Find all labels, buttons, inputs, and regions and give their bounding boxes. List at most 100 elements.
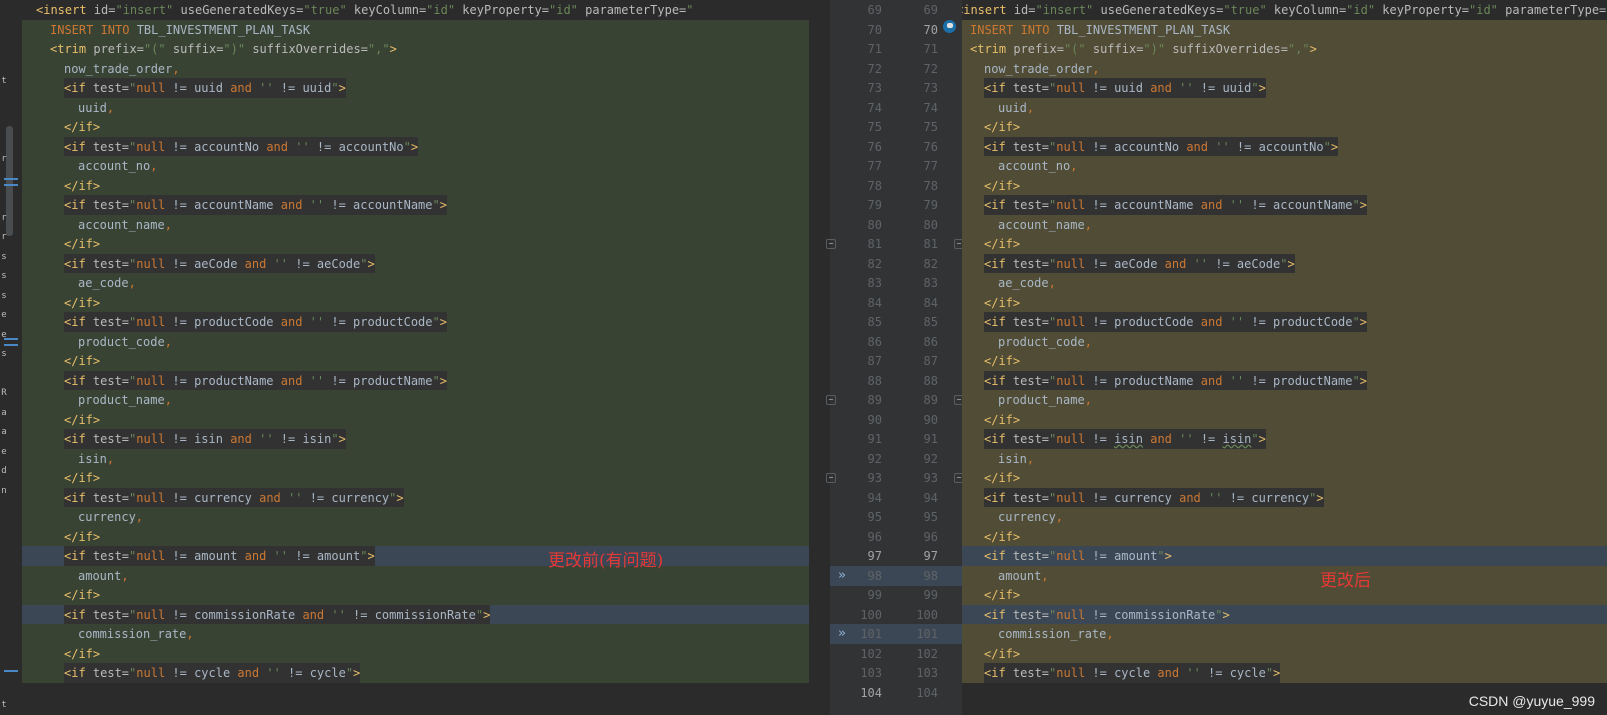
code-line[interactable]: uuid,	[0, 97, 830, 118]
code-token: ,	[1084, 217, 1092, 232]
right-editor-pane[interactable]: <insert id="insert" useGeneratedKeys="tr…	[962, 0, 1607, 715]
fold-toggle-icon[interactable]	[826, 239, 836, 249]
right-line-number: 83	[923, 276, 938, 290]
code-line[interactable]: isin,	[0, 448, 830, 469]
code-line[interactable]: account_name,	[0, 214, 830, 235]
code-line[interactable]: account_no,	[0, 156, 830, 176]
code-line[interactable]: ae_code,	[0, 273, 830, 293]
code-line[interactable]: INSERT INTO TBL_INVESTMENT_PLAN_TASK	[962, 19, 1607, 40]
code-line[interactable]: <if test= " null != accountNo and '' != ac…	[0, 136, 830, 157]
code-token: id=	[93, 3, 116, 17]
code-line[interactable]: </if>	[962, 468, 1607, 488]
code-text: <insert id="insert" useGeneratedKeys="tr…	[36, 0, 694, 20]
code-line[interactable]: product_name,	[962, 390, 1607, 410]
code-line[interactable]: now_trade_order,	[0, 58, 830, 79]
code-line[interactable]: </if>	[962, 643, 1607, 664]
code-line[interactable]: <if test= " null != productCode and '' != …	[0, 312, 830, 332]
code-line[interactable]: product_name,	[0, 390, 830, 410]
code-line[interactable]: currency,	[0, 507, 830, 527]
code-line[interactable]: </if>	[0, 526, 830, 547]
code-line[interactable]: <if test="null != currency and '' != cur…	[962, 487, 1607, 508]
code-line[interactable]: </if>	[962, 351, 1607, 371]
code-line[interactable]: </if>	[962, 526, 1607, 547]
code-line[interactable]: <insert id="insert" useGeneratedKeys="tr…	[0, 0, 830, 20]
code-line[interactable]: </if>	[0, 409, 830, 430]
code-line[interactable]: product_code,	[962, 331, 1607, 352]
code-line[interactable]: <if test= " null != aeCode and '' != aeCod…	[962, 253, 1607, 274]
code-line[interactable]: currency,	[962, 507, 1607, 527]
code-line[interactable]: <if test= " null != accountName and '' != …	[0, 195, 830, 215]
code-line[interactable]: </if>	[0, 468, 830, 488]
code-line[interactable]: <if test="null != amount">	[962, 546, 1607, 566]
fold-toggle-icon[interactable]	[826, 395, 836, 405]
code-line[interactable]: </if>	[962, 234, 1607, 254]
left-line-number: 100	[860, 607, 882, 622]
code-line[interactable]: <if test="null != commissionRate and '' …	[0, 604, 830, 625]
code-line[interactable]: <if test= " null != productCode and '' != …	[962, 312, 1607, 332]
code-line[interactable]: isin,	[962, 448, 1607, 469]
code-line[interactable]: </if>	[0, 351, 830, 371]
code-line[interactable]: amount,	[962, 565, 1607, 586]
code-line[interactable]: <if test="null != isin and '' != isin">	[0, 429, 830, 449]
fold-toggle-icon[interactable]	[826, 473, 836, 483]
code-line[interactable]: account_name,	[962, 214, 1607, 235]
left-line-number: 73	[867, 81, 882, 95]
code-token: >	[389, 42, 397, 56]
code-line[interactable]: <if test="null != uuid and '' != uuid">	[962, 78, 1607, 98]
code-line[interactable]: <if test="null != cycle and '' != cycle"…	[0, 663, 830, 683]
code-line[interactable]: </if>	[962, 117, 1607, 137]
code-line[interactable]: <if test= " null != accountName and '' != …	[962, 195, 1607, 215]
code-token: and	[1164, 256, 1194, 271]
before-change-label: 更改前(有问题)	[548, 551, 664, 571]
code-token: <if	[984, 373, 1013, 388]
left-editor-pane[interactable]: <insert id="insert" useGeneratedKeys="tr…	[0, 0, 830, 715]
code-line[interactable]: <if test="null != currency and '' != cur…	[0, 487, 830, 508]
code-line[interactable]: ae_code,	[962, 273, 1607, 293]
code-line[interactable]: commission_rate,	[962, 624, 1607, 644]
code-line[interactable]: </if>	[962, 175, 1607, 196]
code-token: product_name	[78, 393, 165, 407]
code-line[interactable]: <insert id="insert" useGeneratedKeys="tr…	[962, 0, 1607, 20]
code-text: <if test= " null != aeCode and '' != aeCod…	[984, 253, 1295, 274]
code-line[interactable]: <trim prefix="(" suffix=")" suffixOverri…	[962, 39, 1607, 59]
code-line[interactable]: <if test="null != cycle and '' != cycle"…	[962, 663, 1607, 683]
code-line[interactable]: <if test= " null != productName and '' != …	[962, 370, 1607, 391]
code-line[interactable]: <if test="null != uuid and '' != uuid">	[0, 78, 830, 98]
code-line[interactable]: </if>	[962, 409, 1607, 430]
code-text: <if test="null != cycle and '' != cycle"…	[64, 663, 361, 683]
code-token: ,	[172, 61, 180, 76]
code-line[interactable]: <if test= " null != accountNo and '' != ac…	[962, 136, 1607, 157]
code-line[interactable]: </if>	[0, 292, 830, 313]
code-token: test=	[92, 198, 130, 212]
code-line[interactable]: account_no,	[962, 156, 1607, 176]
code-line[interactable]: now_trade_order,	[962, 58, 1607, 79]
code-line[interactable]: </if>	[0, 117, 830, 137]
code-token: </if>	[64, 354, 101, 368]
code-text: <if test="null != commissionRate">	[984, 605, 1230, 625]
code-line[interactable]: <trim prefix="(" suffix=")" suffixOverri…	[0, 39, 830, 59]
code-token: null	[136, 315, 173, 329]
code-token: <if	[64, 373, 93, 388]
code-line[interactable]: <if test= " null != amount and '' != amoun…	[0, 546, 830, 566]
code-line[interactable]: <if test="null != isin and '' != isin">	[962, 429, 1607, 449]
code-line[interactable]: uuid,	[962, 97, 1607, 118]
code-token: test=	[92, 549, 130, 563]
code-line[interactable]: </if>	[0, 585, 830, 605]
code-line[interactable]: amount,	[0, 565, 830, 586]
code-line[interactable]: <if test="null != commissionRate">	[962, 604, 1607, 625]
code-line[interactable]: INSERT INTO TBL_INVESTMENT_PLAN_TASK	[0, 19, 830, 40]
code-line[interactable]: </if>	[0, 175, 830, 196]
code-line[interactable]: </if>	[962, 292, 1607, 313]
code-line[interactable]: </if>	[0, 234, 830, 254]
code-token: != productCode	[331, 315, 433, 329]
code-line[interactable]: <if test= " null != productName and '' != …	[0, 370, 830, 391]
code-line[interactable]: commission_rate,	[0, 624, 830, 644]
left-line-number: 76	[867, 139, 882, 154]
code-line[interactable]: </if>	[0, 643, 830, 664]
code-line[interactable]: <if test= " null != aeCode and '' != aeCod…	[0, 253, 830, 274]
code-text: <insert id="insert" useGeneratedKeys="tr…	[962, 0, 1606, 20]
line-highlight	[962, 292, 1607, 313]
left-line-number: 74	[867, 100, 882, 115]
code-line[interactable]: product_code,	[0, 331, 830, 352]
code-line[interactable]: </if>	[962, 585, 1607, 605]
